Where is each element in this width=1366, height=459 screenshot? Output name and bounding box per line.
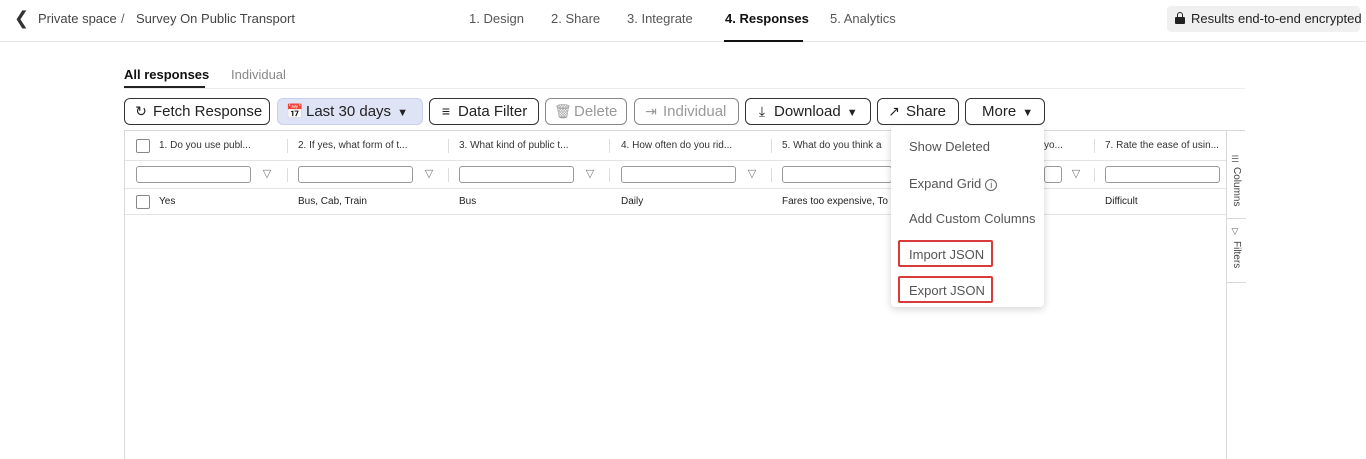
share-label: Share <box>906 103 947 120</box>
responses-grid: 1. Do you use publ... 2. If yes, what fo… <box>124 130 1246 459</box>
share-icon: ↗ <box>888 103 900 119</box>
lock-icon <box>1175 12 1185 24</box>
fetch-response-label: Fetch Response <box>153 103 263 120</box>
column-header-5[interactable]: 5. What do you think a <box>782 131 890 161</box>
table-cell <box>1044 189 1084 215</box>
column-filter-input[interactable] <box>298 166 413 183</box>
row-checkbox[interactable] <box>136 195 150 209</box>
column-header-6[interactable]: yo... <box>1044 131 1084 161</box>
import-json-highlight-box <box>898 240 993 267</box>
table-cell: Bus, Cab, Train <box>298 196 367 207</box>
enter-icon: ⇥ <box>645 103 657 119</box>
column-filter-input[interactable] <box>621 166 736 183</box>
columns-panel-tab[interactable]: ☰ Columns <box>1227 151 1246 219</box>
chevron-down-icon: ▼ <box>397 107 408 119</box>
step-integrate[interactable]: 3. Integrate <box>627 11 693 26</box>
column-filter-input[interactable] <box>782 166 892 183</box>
individual-view-button[interactable]: ⇥ Individual <box>634 98 739 125</box>
info-icon: i <box>985 179 998 191</box>
filters-panel-tab[interactable]: ▽ Filters <box>1227 219 1246 283</box>
select-all-checkbox[interactable] <box>136 139 150 153</box>
step-responses[interactable]: 4. Responses <box>725 11 809 26</box>
column-header-2[interactable]: 2. If yes, what form of t... <box>298 131 443 161</box>
step-design[interactable]: 1. Design <box>469 11 524 26</box>
table-cell: Yes <box>159 196 176 207</box>
encryption-badge[interactable]: Results end-to-end encrypted <box>1167 6 1362 32</box>
filter-icon[interactable]: ▽ <box>261 168 273 180</box>
breadcrumb-form-title: Survey On Public Transport <box>136 11 295 26</box>
menu-item-add-custom-columns[interactable]: Add Custom Columns <box>909 211 1035 226</box>
table-cell: Difficult <box>1105 196 1138 207</box>
chevron-down-icon: ▼ <box>846 107 858 119</box>
chevron-down-icon: ▼ <box>1022 107 1034 119</box>
tab-all-responses[interactable]: All responses <box>124 67 209 82</box>
column-header-7[interactable]: 7. Rate the ease of usin... <box>1105 131 1225 161</box>
sliders-icon: ≡ <box>441 103 451 119</box>
table-cell: Bus <box>459 196 477 207</box>
calendar-icon: 📅 <box>286 103 304 119</box>
menu-item-expand-grid[interactable]: Expand Grid i <box>909 176 998 191</box>
table-cell: Daily <box>621 196 644 207</box>
columns-icon: ☰ <box>1231 155 1241 165</box>
individual-view-label: Individual <box>663 103 727 120</box>
menu-item-expand-grid-label: Expand Grid <box>909 176 982 191</box>
table-cell: Fares too expensive, To <box>782 196 888 207</box>
tab-individual[interactable]: Individual <box>231 67 286 82</box>
grid-header: 1. Do you use publ... 2. If yes, what fo… <box>125 131 1226 161</box>
filter-icon[interactable]: ▽ <box>423 168 435 180</box>
refresh-icon: ↻ <box>135 103 147 119</box>
filter-icon[interactable]: ▽ <box>584 168 596 180</box>
columns-panel-label: Columns <box>1231 167 1242 207</box>
column-filter-input[interactable] <box>136 166 251 183</box>
filter-row: ▽ ▽ ▽ ▽ ▽ <box>125 161 1226 189</box>
download-icon: ⤓ <box>758 103 766 119</box>
menu-item-show-deleted[interactable]: Show Deleted <box>909 139 990 154</box>
top-bar: ❮ Private space / Survey On Public Trans… <box>0 0 1366 42</box>
delete-button[interactable]: 🗑 Delete <box>545 98 627 125</box>
column-header-1[interactable]: 1. Do you use publ... <box>159 131 285 161</box>
delete-label: Delete <box>574 103 618 120</box>
encryption-badge-label: Results end-to-end encrypted <box>1191 11 1362 26</box>
download-button[interactable]: ⤓ Download ▼ <box>745 98 871 125</box>
breadcrumb-workspace[interactable]: Private space <box>38 11 117 26</box>
grid-side-panel: ☰ Columns ▽ Filters <box>1226 131 1246 459</box>
table-row[interactable]: Yes Bus, Cab, Train Bus Daily Fares too … <box>125 189 1226 215</box>
filters-panel-label: Filters <box>1231 241 1242 269</box>
step-share[interactable]: 2. Share <box>551 11 600 26</box>
share-button[interactable]: ↗ Share <box>877 98 959 125</box>
back-chevron-icon[interactable]: ❮ <box>14 8 34 28</box>
step-analytics[interactable]: 5. Analytics <box>830 11 896 26</box>
download-label: Download <box>774 103 841 120</box>
filter-icon: ▽ <box>1231 227 1241 237</box>
column-header-4[interactable]: 4. How often do you rid... <box>621 131 766 161</box>
date-range-label: Last 30 days <box>306 103 392 120</box>
column-filter-input[interactable] <box>1105 166 1220 183</box>
column-header-3[interactable]: 3. What kind of public t... <box>459 131 604 161</box>
breadcrumb-separator: / <box>121 11 125 26</box>
export-json-highlight-box <box>898 276 993 303</box>
filter-icon[interactable]: ▽ <box>1070 168 1082 180</box>
more-label: More <box>982 103 1017 120</box>
column-filter-input[interactable] <box>1044 166 1062 183</box>
column-filter-input[interactable] <box>459 166 574 183</box>
fetch-response-button[interactable]: ↻ Fetch Response <box>124 98 270 125</box>
active-step-underline <box>724 40 803 42</box>
subtab-divider <box>124 88 1245 89</box>
more-button[interactable]: More ▼ <box>965 98 1045 125</box>
date-range-button[interactable]: 📅 Last 30 days ▼ <box>277 98 423 125</box>
data-filter-button[interactable]: ≡ Data Filter <box>429 98 539 125</box>
filter-icon[interactable]: ▽ <box>746 168 758 180</box>
data-filter-label: Data Filter <box>458 103 528 120</box>
trash-icon: 🗑 <box>554 103 572 119</box>
